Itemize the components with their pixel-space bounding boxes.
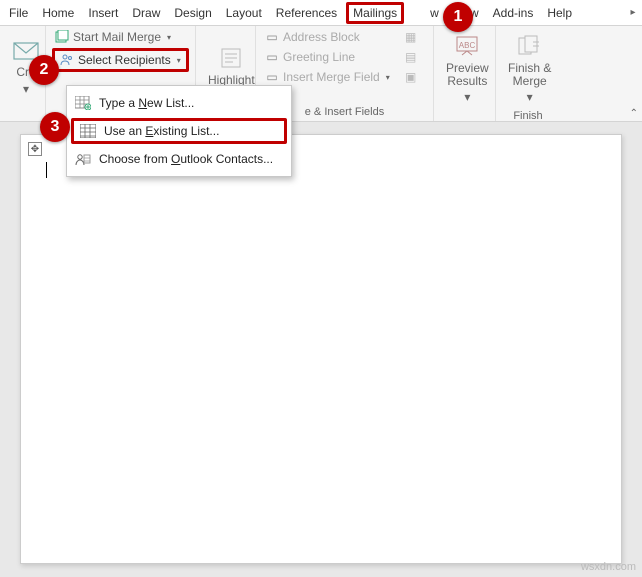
select-recipients-menu: Type a New List... Use an Existing List.… (66, 85, 292, 177)
tab-design[interactable]: Design (167, 2, 218, 24)
menu-outlook-contacts-label: Choose from Outlook Contacts... (99, 152, 273, 166)
finish-merge-button[interactable]: Finish & Merge ▾ (502, 28, 557, 108)
preview-results-button[interactable]: ABC Preview Results ▾ (440, 28, 495, 108)
select-recipients-button[interactable]: Select Recipients ▾ (57, 51, 184, 69)
tab-draw[interactable]: Draw (125, 2, 167, 24)
callout-2: 2 (29, 55, 59, 85)
chevron-down-icon: ▾ (527, 90, 533, 104)
watermark: wsxdn.com (581, 561, 636, 573)
group-finish: Finish & Merge ▾ Finish (496, 26, 560, 121)
document-area: ✥ (0, 122, 642, 577)
callout-3: 3 (40, 112, 70, 142)
group-preview: ABC Preview Results ▾ (434, 26, 496, 121)
start-mail-merge-button[interactable]: Start Mail Merge ▾ (52, 28, 189, 46)
chevron-down-icon: ▾ (167, 33, 171, 42)
address-block-label: Address Block (283, 30, 360, 44)
insert-merge-field-icon: ▭ (265, 70, 279, 84)
insert-merge-field-label: Insert Merge Field (283, 70, 380, 84)
table-move-handle[interactable]: ✥ (28, 142, 42, 156)
tab-home[interactable]: Home (35, 2, 81, 24)
tab-help[interactable]: Help (540, 2, 579, 24)
address-block-button[interactable]: ▭ Address Block (262, 28, 401, 46)
rules-icon[interactable]: ▦ (405, 30, 427, 44)
collapse-ribbon-icon[interactable]: ⌃ (630, 108, 638, 119)
select-recipients-highlight: Select Recipients ▾ (52, 48, 189, 72)
tab-references[interactable]: References (269, 2, 344, 24)
insert-merge-field-button[interactable]: ▭ Insert Merge Field ▾ (262, 68, 401, 86)
mail-merge-icon (55, 30, 69, 44)
menu-type-new-list[interactable]: Type a New List... (67, 90, 291, 116)
match-fields-icon[interactable]: ▤ (405, 50, 427, 64)
menu-use-existing-list-label: Use an Existing List... (104, 124, 219, 138)
svg-text:ABC: ABC (459, 41, 476, 50)
outlook-contacts-icon (75, 151, 91, 167)
tab-scroll-right[interactable]: ▸ (626, 7, 640, 18)
tab-view-cut[interactable]: w (406, 2, 446, 24)
chevron-down-icon: ▾ (177, 56, 181, 65)
new-list-icon (75, 95, 91, 111)
chevron-down-icon: ▾ (386, 73, 390, 82)
greeting-line-label: Greeting Line (283, 50, 355, 64)
menu-type-new-list-label: Type a New List... (99, 96, 194, 110)
finish-label: Finish & Merge (508, 62, 551, 88)
start-mail-merge-label: Start Mail Merge (73, 30, 161, 44)
finish-icon (516, 32, 544, 60)
menu-outlook-contacts[interactable]: Choose from Outlook Contacts... (67, 146, 291, 172)
address-block-icon: ▭ (265, 30, 279, 44)
tab-mailings[interactable]: Mailings (346, 2, 404, 24)
tab-layout[interactable]: Layout (219, 2, 269, 24)
ribbon-tabs: File Home Insert Draw Design Layout Refe… (0, 0, 642, 26)
update-labels-icon[interactable]: ▣ (405, 70, 427, 84)
chevron-down-icon: ▾ (23, 82, 29, 96)
preview-label: Preview Results (446, 62, 489, 88)
text-caret (46, 162, 47, 178)
recipients-icon (60, 53, 74, 67)
document-page[interactable] (20, 134, 622, 564)
select-recipients-label: Select Recipients (78, 53, 171, 67)
chevron-down-icon: ▾ (464, 90, 470, 104)
greeting-line-button[interactable]: ▭ Greeting Line (262, 48, 401, 66)
tab-addins[interactable]: Add-ins (486, 2, 541, 24)
preview-icon: ABC (453, 32, 481, 60)
tab-file[interactable]: File (2, 2, 35, 24)
greeting-line-icon: ▭ (265, 50, 279, 64)
existing-list-icon (80, 123, 96, 139)
callout-1: 1 (443, 2, 473, 32)
highlight-icon (217, 44, 245, 72)
tab-insert[interactable]: Insert (81, 2, 125, 24)
menu-use-existing-list[interactable]: Use an Existing List... (71, 118, 287, 144)
